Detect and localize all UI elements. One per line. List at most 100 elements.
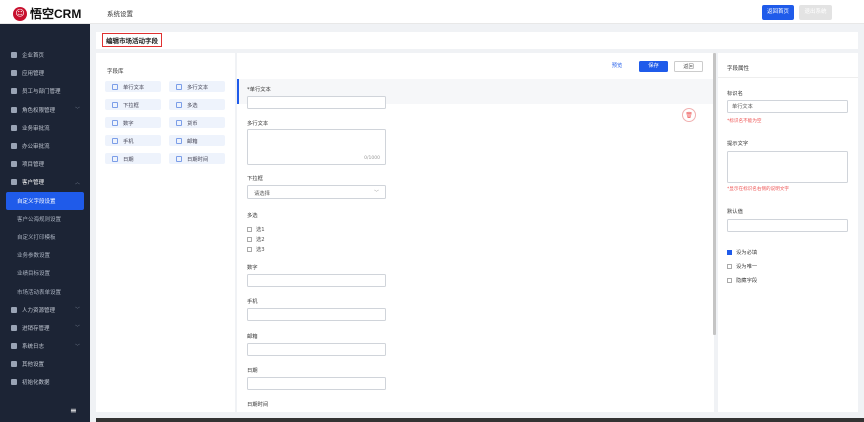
field-type-button[interactable]: 邮箱 xyxy=(169,135,225,146)
checkbox-option-label: 选2 xyxy=(256,237,265,243)
logout-button[interactable]: 退出系统 xyxy=(799,5,832,20)
email-input[interactable] xyxy=(247,343,386,356)
office-icon xyxy=(11,143,17,150)
sidebar-item[interactable]: 其他设置 xyxy=(0,355,90,373)
save-button[interactable]: 保存 xyxy=(639,61,668,72)
stock-icon xyxy=(11,324,17,331)
required-label: 设为必填 xyxy=(736,250,758,256)
field-type-button[interactable]: 多行文本 xyxy=(169,81,225,92)
sidebar-item[interactable]: 市场活动表单设置 xyxy=(0,282,90,300)
checkbox-option[interactable]: 选3 xyxy=(247,245,265,253)
sidebar-item[interactable]: 自定义字段设置 xyxy=(6,191,84,210)
field-type-label: 数字 xyxy=(123,120,134,127)
approval-icon xyxy=(11,124,17,131)
sidebar-item[interactable]: 人力资源管理 ﹀ xyxy=(0,301,90,319)
number-input[interactable] xyxy=(247,274,386,287)
sidebar-item[interactable]: 应用管理 xyxy=(0,64,90,82)
menu-fold-icon[interactable]: ≡ xyxy=(70,406,77,415)
sidebar-item-label: 客户公海规则设置 xyxy=(17,216,62,223)
date-input[interactable] xyxy=(247,377,386,390)
sidebar-item[interactable]: 自定义打印模板 xyxy=(0,228,90,246)
hidden-label: 隐藏字段 xyxy=(736,278,758,284)
checkbox-option-label: 选1 xyxy=(256,227,265,233)
sidebar: 企业首页 应用管理 员工与部门管理 角色权限管理 ﹀ 业务审批流 办公审批流 项目管理 客户管理… xyxy=(0,24,90,422)
settings-icon xyxy=(11,361,17,368)
field-type-label: 日期时间 xyxy=(187,156,209,163)
unique-label: 设为唯一 xyxy=(736,264,758,270)
sidebar-item-label: 业务参数设置 xyxy=(17,253,51,260)
sidebar-item[interactable]: 业务审批流 xyxy=(0,119,90,137)
field-type-label: 下拉框 xyxy=(123,102,139,109)
logo-text: 悟空CRM xyxy=(30,7,82,21)
field-type-label: 多行文本 xyxy=(187,84,209,91)
page-title: 编辑市场活动字段 xyxy=(102,33,162,47)
field-type-button[interactable]: 手机 xyxy=(105,135,161,146)
sidebar-item-label: 自定义字段设置 xyxy=(17,198,56,205)
name-hint: *标识名不能为空 xyxy=(727,119,762,124)
name-input[interactable]: 单行文本 xyxy=(727,100,848,113)
field-type-button[interactable]: 数字 xyxy=(105,117,161,128)
unique-checkbox[interactable]: 设为唯一 xyxy=(727,262,757,270)
field-type-button[interactable]: 货币 xyxy=(169,117,225,128)
sidebar-item-label: 办公审批流 xyxy=(22,144,50,151)
field-type-icon xyxy=(176,137,182,144)
field-type-button[interactable]: 下拉框 xyxy=(105,99,161,110)
select-dropdown[interactable]: 请选择 ﹀ xyxy=(247,185,386,199)
preview-button[interactable]: 预览 xyxy=(609,61,625,72)
sidebar-item-label: 初始化数据 xyxy=(22,380,50,387)
tip-textarea[interactable] xyxy=(727,151,848,183)
single-text-label: *单行文本 xyxy=(247,87,271,93)
field-type-button[interactable]: 多选 xyxy=(169,99,225,110)
sidebar-item-label: 系统日志 xyxy=(22,344,45,351)
single-text-input[interactable] xyxy=(247,96,386,109)
logo-icon: ☺ xyxy=(13,6,27,21)
sidebar-item-label: 自定义打印模板 xyxy=(17,234,56,241)
project-icon xyxy=(11,161,17,168)
field-type-button[interactable]: 日期时间 xyxy=(169,153,225,164)
sidebar-item[interactable]: 业务参数设置 xyxy=(0,246,90,264)
sidebar-item-label: 市场活动表单设置 xyxy=(17,289,62,296)
sidebar-item[interactable]: 员工与部门管理 xyxy=(0,82,90,100)
field-type-button[interactable]: 日期 xyxy=(105,153,161,164)
field-library: 字段库 单行文本 多行文本 下拉框 多选 数字 货币 手机 邮箱 日期 日期时间 xyxy=(96,53,235,412)
char-count: 0/1000 xyxy=(364,156,380,161)
sidebar-item-label: 客户管理 xyxy=(22,180,45,187)
hidden-checkbox[interactable]: 隐藏字段 xyxy=(727,276,757,284)
home-button[interactable]: 返回首页 xyxy=(762,5,794,20)
sidebar-item-label: 业务审批流 xyxy=(22,125,50,132)
init-icon xyxy=(11,379,17,386)
number-label: 数字 xyxy=(247,265,258,271)
field-type-button[interactable]: 单行文本 xyxy=(105,81,161,92)
sidebar-item[interactable]: 办公审批流 xyxy=(0,137,90,155)
default-input[interactable] xyxy=(727,219,848,232)
sidebar-item[interactable]: 业绩目标设置 xyxy=(0,264,90,282)
field-type-label: 货币 xyxy=(187,120,198,127)
sidebar-item[interactable]: 进销存管理 ﹀ xyxy=(0,319,90,337)
sidebar-item[interactable]: 企业首页 xyxy=(0,46,90,64)
checkbox-option[interactable]: 选1 xyxy=(247,225,265,233)
checkbox-option[interactable]: 选2 xyxy=(247,235,265,243)
canvas-scrollbar[interactable] xyxy=(713,53,716,335)
divider xyxy=(718,77,858,78)
date-label: 日期 xyxy=(247,368,258,374)
checkbox-icon xyxy=(247,246,252,252)
phone-input[interactable] xyxy=(247,308,386,321)
field-type-icon xyxy=(176,101,182,108)
required-checkbox[interactable]: 设为必填 xyxy=(727,248,757,256)
customer-icon xyxy=(11,179,17,186)
sidebar-item[interactable]: 客户管理 ︿ xyxy=(0,173,90,191)
back-button[interactable]: 返回 xyxy=(674,61,703,72)
sidebar-item[interactable]: 角色权限管理 ﹀ xyxy=(0,101,90,119)
field-type-label: 邮箱 xyxy=(187,138,198,145)
name-label: 标识名 xyxy=(727,91,743,97)
bottom-edge xyxy=(96,418,864,422)
field-type-icon xyxy=(112,119,118,126)
sidebar-item[interactable]: 系统日志 ﹀ xyxy=(0,337,90,355)
delete-icon[interactable]: 🗑 xyxy=(682,108,696,122)
phone-label: 手机 xyxy=(247,299,258,305)
sidebar-item[interactable]: 项目管理 xyxy=(0,155,90,173)
multi-text-textarea[interactable]: 0/1000 xyxy=(247,129,386,165)
sidebar-item[interactable]: 客户公海规则设置 xyxy=(0,210,90,228)
logo: ☺ 悟空CRM xyxy=(13,5,81,22)
sidebar-item[interactable]: 初始化数据 xyxy=(0,373,90,391)
